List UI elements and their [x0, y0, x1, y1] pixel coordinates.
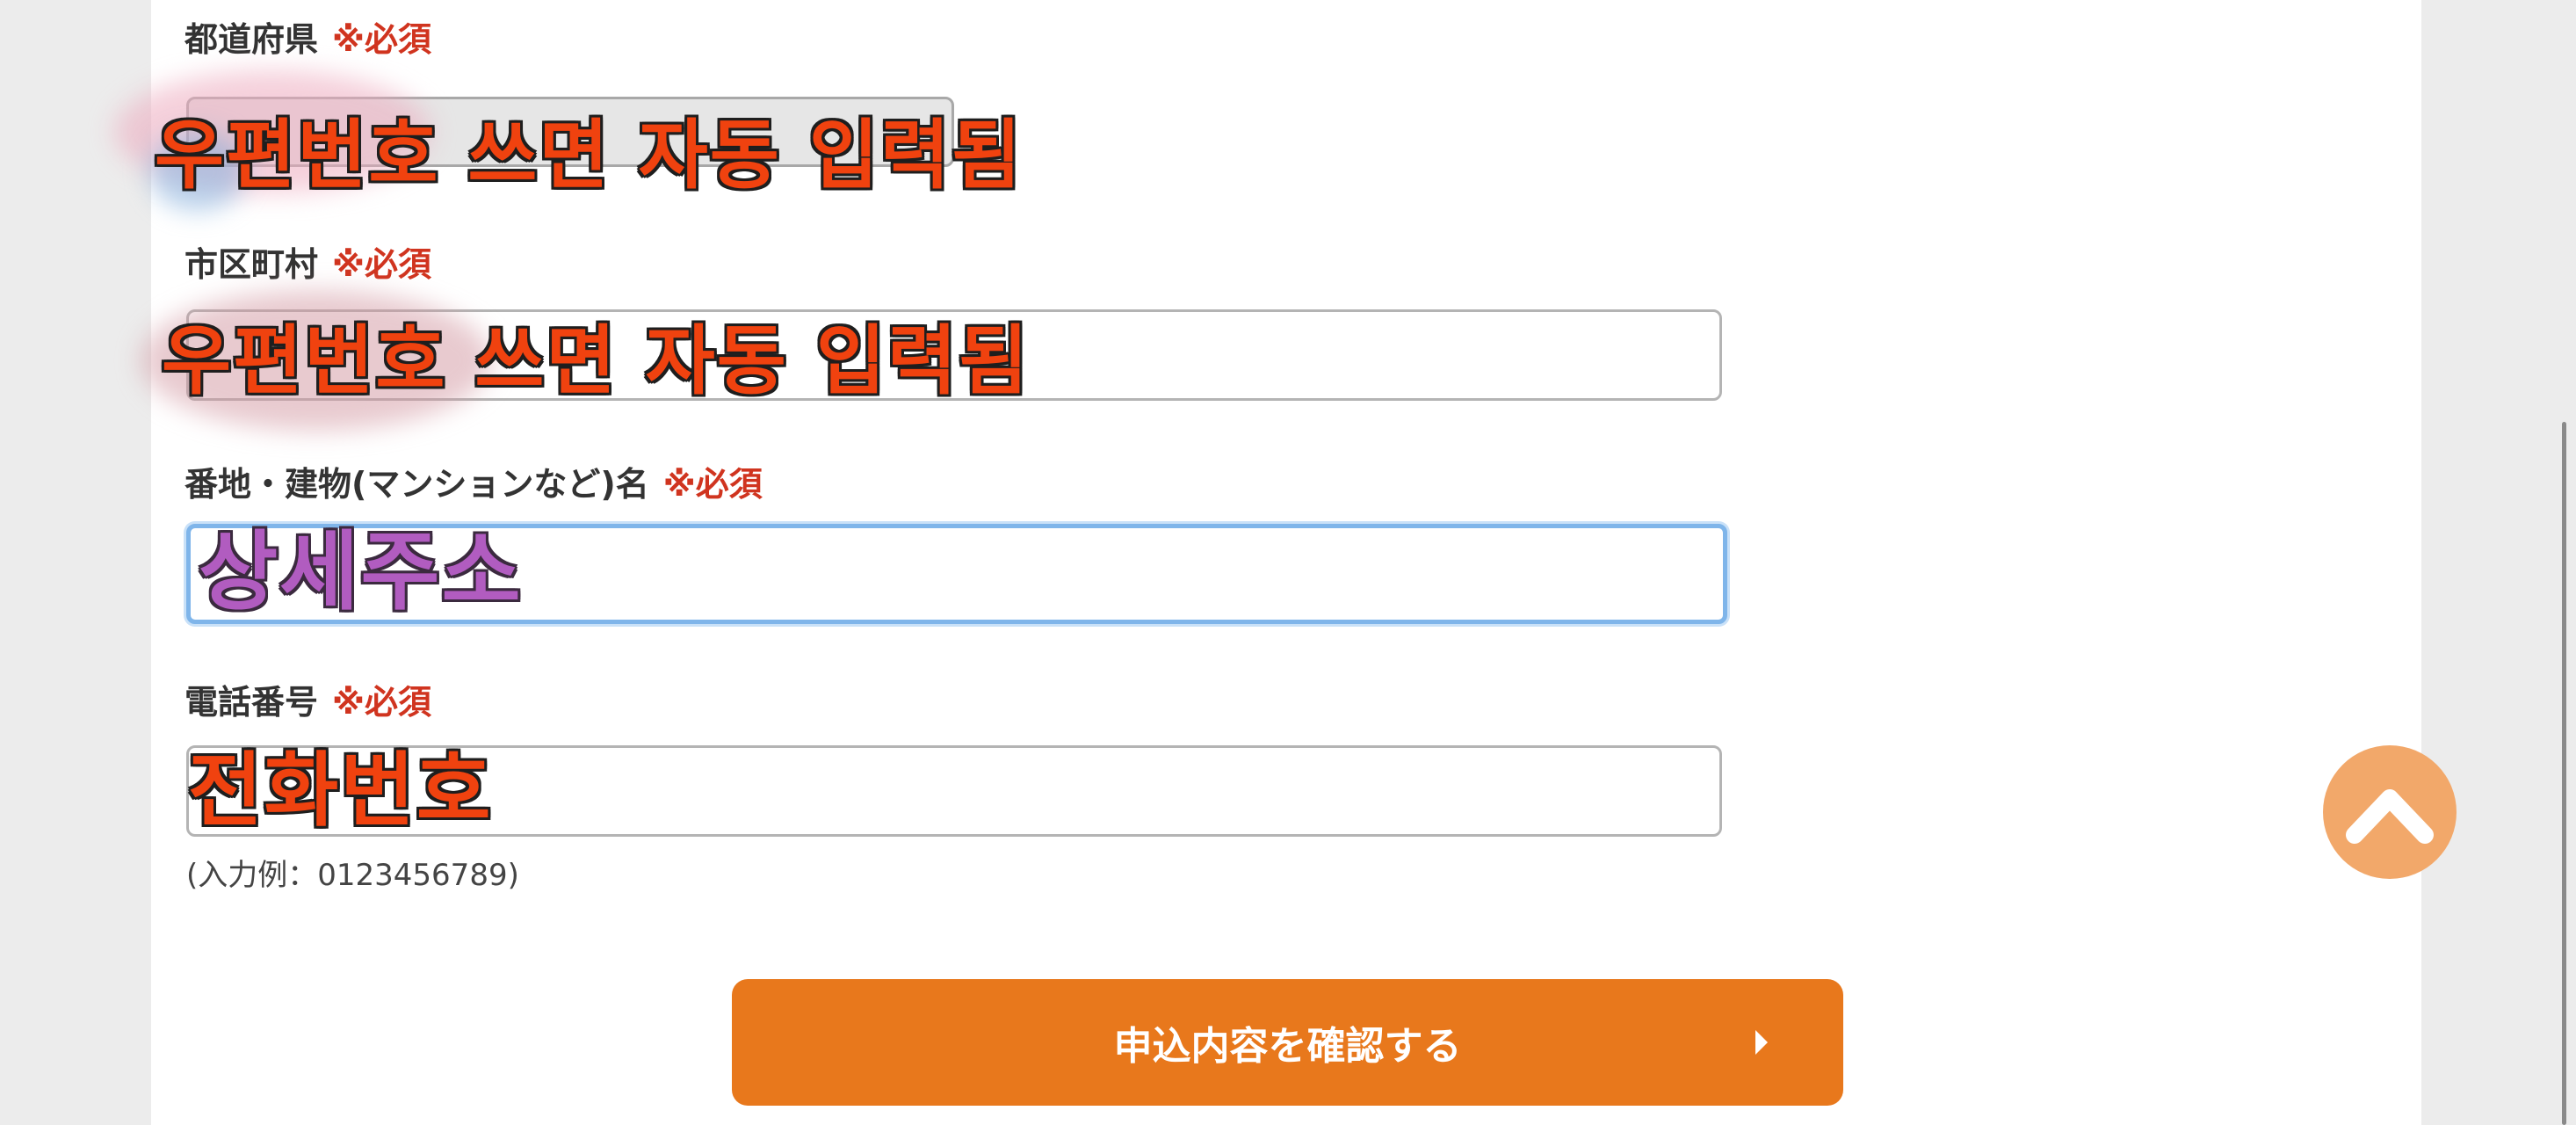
- prefecture-label-text: 都道府県: [185, 20, 319, 59]
- caret-right-icon: [1755, 1030, 1768, 1055]
- phone-required-badge: ※必須: [332, 683, 431, 722]
- confirm-button-label: 申込内容を確認する: [1113, 1024, 1462, 1069]
- prefecture-label: 都道府県 ※必須: [185, 23, 431, 56]
- address-annotation: 상세주소: [199, 522, 523, 622]
- phone-annotation: 전화번호: [188, 744, 493, 838]
- phone-label-text: 電話番号: [185, 683, 319, 722]
- scrollbar[interactable]: [2562, 422, 2566, 1125]
- city-label-text: 市区町村: [185, 245, 319, 284]
- address-label-text: 番地・建物(マンションなど)名: [185, 465, 649, 504]
- prefecture-annotation: 우편번호 쓰면 자동 입력됨: [155, 112, 1024, 200]
- prefecture-required-badge: ※必須: [332, 20, 431, 59]
- chevron-up-icon: [2346, 789, 2434, 844]
- scroll-to-top-button[interactable]: [2323, 745, 2457, 879]
- phone-label: 電話番号 ※必須: [185, 686, 431, 719]
- city-annotation: 우편번호 쓰면 자동 입력됨: [162, 317, 1031, 405]
- confirm-button[interactable]: 申込内容を確認する: [732, 979, 1843, 1106]
- address-required-badge: ※必須: [662, 465, 763, 504]
- address-label: 番地・建物(マンションなど)名 ※必須: [185, 468, 763, 501]
- city-label: 市区町村 ※必須: [185, 248, 431, 281]
- phone-hint: (入力例：0123456789): [186, 858, 519, 893]
- city-required-badge: ※必須: [332, 245, 431, 284]
